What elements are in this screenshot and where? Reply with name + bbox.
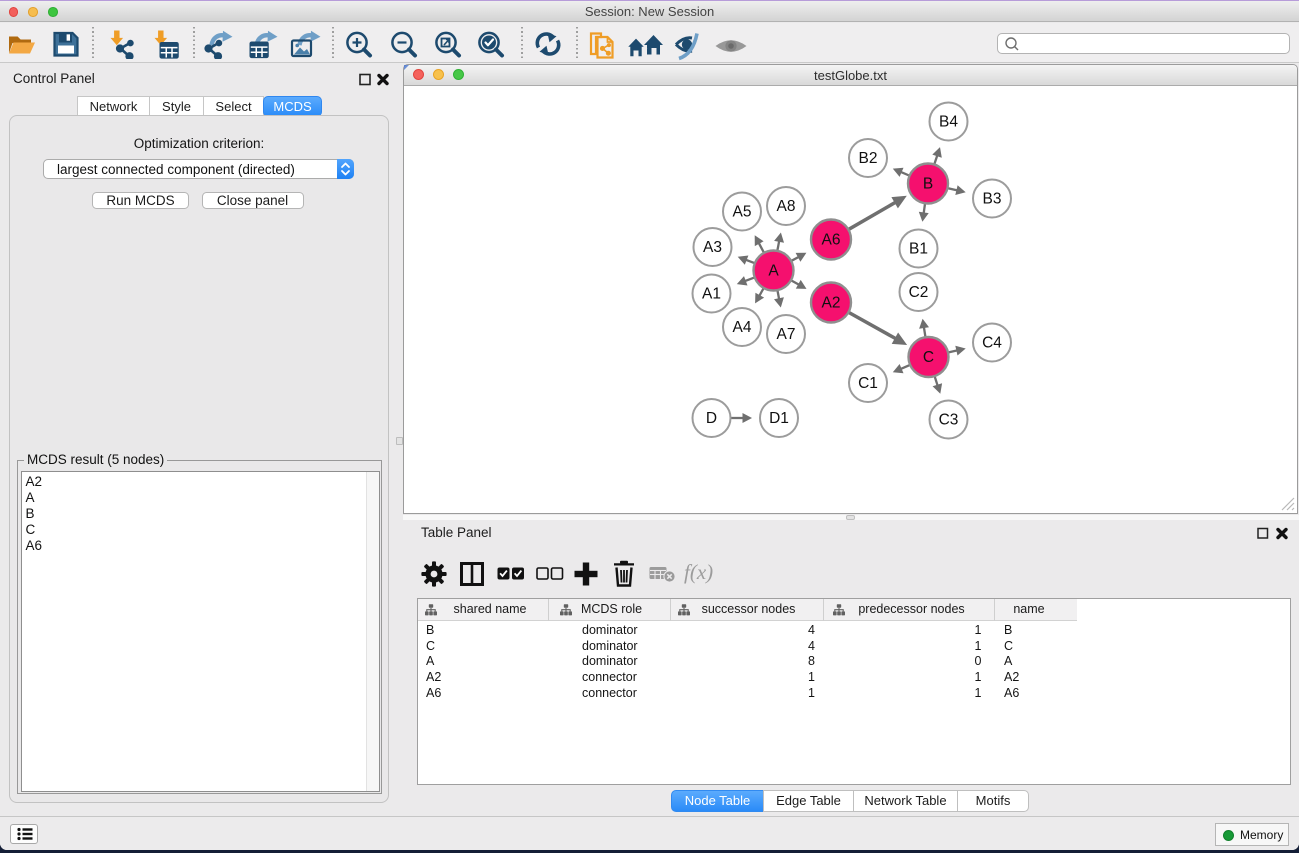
svg-text:C3: C3 — [939, 412, 959, 429]
svg-text:C: C — [923, 349, 934, 366]
svg-text:A1: A1 — [702, 286, 721, 303]
svg-text:A8: A8 — [777, 198, 796, 215]
svg-text:C4: C4 — [982, 335, 1002, 352]
svg-text:C1: C1 — [858, 375, 878, 392]
svg-text:B2: B2 — [859, 150, 878, 167]
svg-text:B: B — [923, 176, 933, 193]
svg-text:A3: A3 — [703, 239, 722, 256]
svg-text:A: A — [768, 263, 779, 280]
svg-text:A6: A6 — [822, 232, 841, 249]
svg-text:A4: A4 — [733, 319, 752, 336]
svg-text:A2: A2 — [822, 295, 841, 312]
svg-text:A5: A5 — [733, 204, 752, 221]
svg-text:C2: C2 — [909, 284, 929, 301]
svg-text:D: D — [706, 410, 717, 427]
svg-text:A7: A7 — [777, 326, 796, 343]
svg-text:B1: B1 — [909, 241, 928, 258]
svg-text:B3: B3 — [983, 191, 1002, 208]
svg-text:D1: D1 — [769, 410, 789, 427]
svg-text:B4: B4 — [939, 114, 958, 131]
